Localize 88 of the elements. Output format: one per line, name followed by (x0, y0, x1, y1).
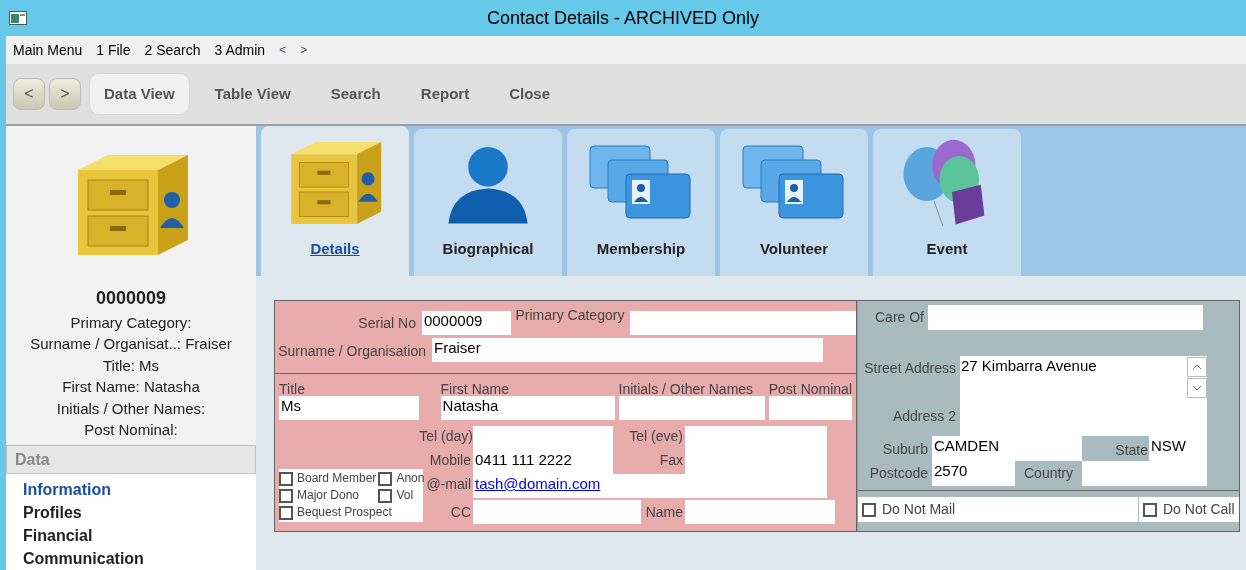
input-field[interactable]: Fraiser (432, 338, 823, 362)
tab[interactable]: Membership (567, 129, 715, 276)
input-field[interactable] (630, 311, 856, 335)
nav-button[interactable]: < (13, 78, 45, 110)
checkbox[interactable] (279, 505, 293, 520)
tab[interactable]: Details (261, 126, 409, 276)
input-field[interactable] (685, 500, 835, 524)
field-label: Name (644, 503, 684, 522)
input-field[interactable] (1082, 461, 1207, 486)
checkbox-label: Do Not Mail (882, 500, 956, 519)
app-icon (9, 11, 27, 25)
sidebar-item[interactable]: Financial (23, 524, 239, 547)
field-label: Address 2 (892, 407, 956, 426)
input-field[interactable] (768, 396, 852, 420)
input-field[interactable]: 0000009 (421, 311, 512, 335)
menu-item[interactable]: Main Menu (13, 39, 83, 61)
record-number: 0000009 (94, 286, 168, 310)
sidebar-item[interactable]: Profiles (23, 501, 239, 524)
checkbox-label: Major Dono (297, 487, 360, 504)
scroll-up-icon (1187, 357, 1207, 377)
tab[interactable]: Biographical (414, 129, 562, 276)
field-label: Post Nominal (768, 382, 852, 396)
field-label: First Name (440, 382, 510, 396)
menu-item[interactable]: 1 File (96, 39, 131, 61)
input-field[interactable] (473, 500, 641, 524)
summary-line: Title: Ms (102, 355, 160, 376)
input-field[interactable] (618, 396, 765, 420)
input-field[interactable]: tash@domain.com (473, 474, 827, 498)
summary-line: Post Nominal: (84, 420, 178, 440)
field-label: Tel (eve) (628, 427, 684, 446)
toolbar-button[interactable]: Table View (199, 73, 306, 115)
input-field[interactable] (473, 426, 613, 450)
field-label: Primary Category (515, 306, 625, 325)
field-label: Postcode (868, 464, 929, 483)
tab[interactable]: Event (873, 129, 1021, 276)
checkbox[interactable] (279, 488, 293, 503)
field-label: Street Address (864, 359, 956, 378)
menu-item[interactable]: 3 Admin (214, 39, 266, 61)
input-field[interactable]: Ms (279, 396, 419, 420)
menu-item[interactable]: 2 Search (144, 39, 201, 61)
sidebar-item[interactable]: Information (23, 478, 239, 501)
checkbox-label: Bequest Prospect (297, 504, 392, 521)
checkbox-label: Vol (396, 487, 414, 504)
field-label: Fax (658, 451, 684, 470)
input-field[interactable]: 0411 111 2222 (473, 450, 613, 474)
checkbox-label: Anon (396, 470, 425, 487)
checkbox[interactable] (378, 488, 393, 503)
input-field[interactable]: CAMDEN (932, 436, 1082, 461)
input-field[interactable]: NSW (1149, 436, 1207, 461)
field-label: @-mail (425, 475, 472, 494)
checkbox-label: Board Member (297, 470, 377, 487)
toolbar-button[interactable]: Report (405, 73, 485, 115)
input-field[interactable] (685, 426, 827, 450)
toolbar-button[interactable]: Search (315, 73, 396, 115)
window-title: Contact Details - ARCHIVED Only (486, 7, 760, 28)
field-label: Initials / Other Names (618, 382, 755, 396)
field-label: CC (449, 503, 472, 522)
nav-button[interactable]: > (49, 78, 81, 110)
field-label: Mobile (428, 451, 472, 470)
toolbar-button[interactable]: Close (494, 73, 565, 115)
summary-line: Surname / Organisat..: Fraiser (30, 334, 232, 354)
field-label: Title (279, 382, 306, 396)
input-field[interactable] (928, 305, 1203, 330)
menu-arrow[interactable]: > (300, 41, 308, 59)
email-link[interactable]: tash@domain.com (475, 475, 601, 492)
input-field[interactable]: Natasha (440, 396, 615, 420)
checkbox[interactable] (1143, 502, 1157, 517)
text-area[interactable]: 27 Kimbarra Avenue (960, 356, 1207, 436)
tab[interactable]: Volunteer (720, 129, 868, 276)
checkbox[interactable] (378, 471, 393, 486)
field-label: Serial No (357, 313, 417, 333)
checkbox-label: Do Not Call (1163, 500, 1235, 519)
input-field[interactable]: 2570 (932, 461, 1015, 486)
section-header: Data (6, 445, 256, 474)
field-label: Suburb (881, 440, 929, 459)
field-label: Tel (day) (418, 427, 473, 446)
checkbox[interactable] (862, 502, 876, 517)
menu-arrow[interactable]: < (279, 41, 287, 59)
field-label: Country (1023, 464, 1074, 483)
toolbar-button[interactable]: Data View (89, 73, 190, 115)
summary-line: First Name: Natasha (62, 377, 200, 397)
sidebar-item[interactable]: Communication (23, 547, 239, 570)
checkbox[interactable] (279, 471, 293, 486)
scroll-down-icon (1187, 378, 1207, 398)
summary-line: Initials / Other Names: (56, 398, 206, 419)
field-label: Surname / Organisation (277, 342, 427, 361)
summary-line: Primary Category: (70, 312, 192, 333)
field-label: Care Of (874, 308, 925, 327)
